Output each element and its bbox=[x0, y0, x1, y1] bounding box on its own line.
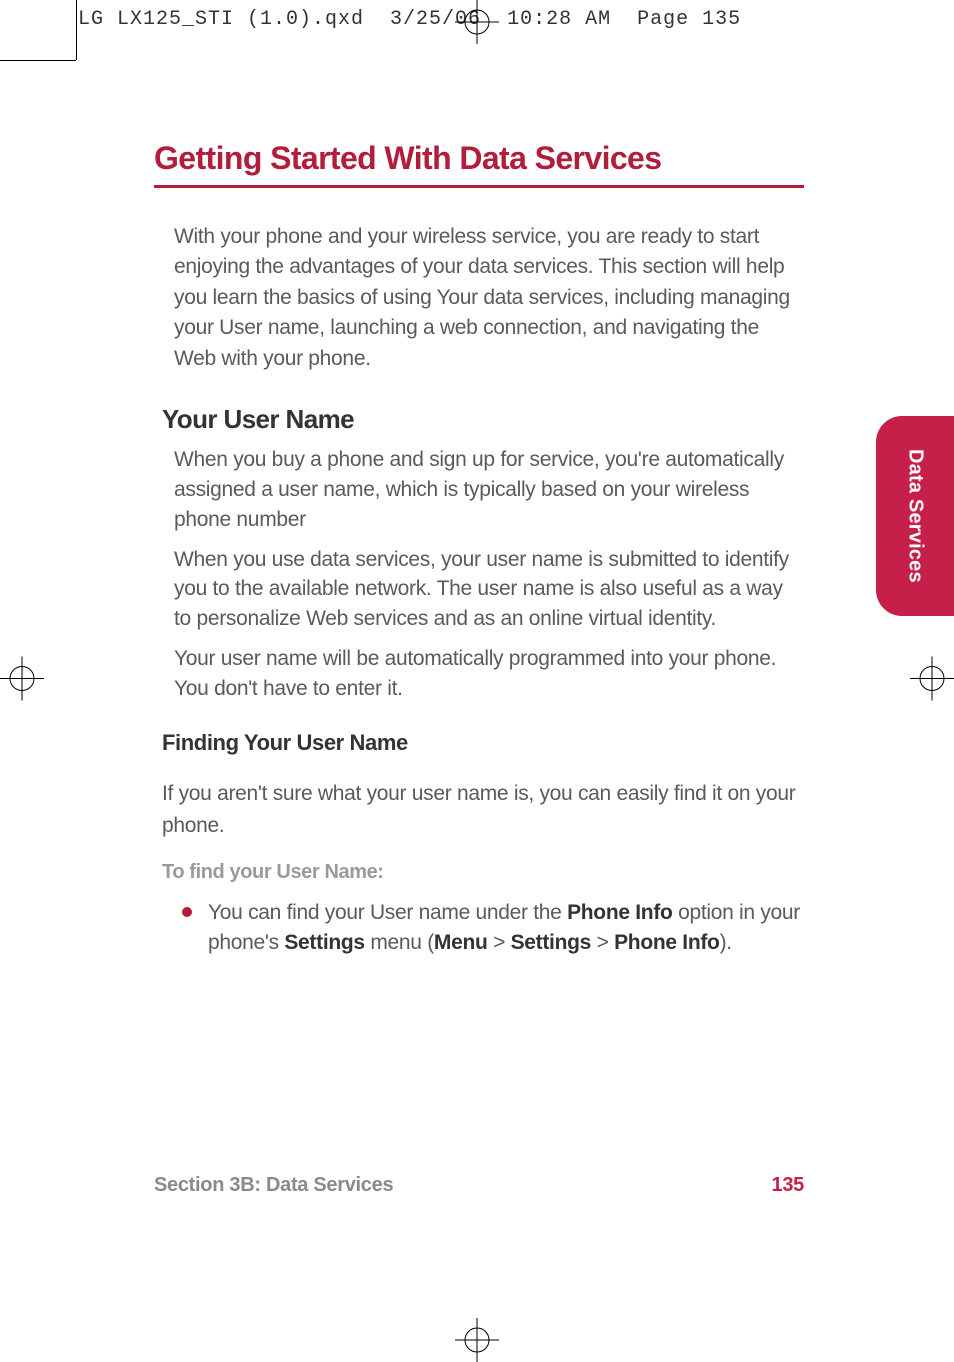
bold-run: Phone Info bbox=[567, 901, 673, 924]
intro-paragraph: With your phone and your wireless servic… bbox=[174, 222, 804, 374]
body-paragraph: When you buy a phone and sign up for ser… bbox=[174, 445, 804, 534]
trim-mark-icon bbox=[0, 60, 76, 61]
bold-run: Menu bbox=[434, 931, 488, 954]
body-paragraph: Your user name will be automatically pro… bbox=[174, 644, 804, 704]
bullet-item: You can find your User name under the Ph… bbox=[182, 898, 804, 959]
footer-section-label: Section 3B: Data Services bbox=[154, 1174, 393, 1197]
side-tab-label: Data Services bbox=[904, 449, 927, 583]
registration-mark-top-icon bbox=[455, 0, 499, 44]
bullet-text: You can find your User name under the Ph… bbox=[208, 898, 804, 959]
bullet-icon bbox=[182, 907, 192, 917]
footer-page-number: 135 bbox=[772, 1174, 804, 1197]
body-paragraph: If you aren't sure what your user name i… bbox=[162, 778, 804, 843]
bold-run: Settings bbox=[511, 931, 591, 954]
registration-mark-bottom-icon bbox=[455, 1318, 499, 1362]
page: LG LX125_STI (1.0).qxd 3/25/06 10:28 AM … bbox=[0, 0, 954, 1362]
section-heading-username: Your User Name bbox=[162, 404, 804, 435]
text-run: > bbox=[488, 931, 511, 954]
text-run: You can find your User name under the bbox=[208, 901, 567, 924]
content-area: Getting Started With Data Services With … bbox=[154, 140, 804, 959]
body-paragraph: When you use data services, your user na… bbox=[174, 545, 804, 634]
trim-mark-icon bbox=[76, 0, 77, 60]
text-run: menu ( bbox=[365, 931, 434, 954]
bold-run: Phone Info bbox=[614, 931, 720, 954]
crop-cross-right-icon bbox=[910, 657, 954, 706]
text-run: > bbox=[591, 931, 614, 954]
side-tab: Data Services bbox=[876, 416, 954, 616]
page-title: Getting Started With Data Services bbox=[154, 140, 804, 188]
prepress-slug: LG LX125_STI (1.0).qxd 3/25/06 10:28 AM … bbox=[78, 8, 741, 31]
crop-cross-left-icon bbox=[0, 657, 44, 706]
text-run: ). bbox=[720, 931, 732, 954]
bold-run: Settings bbox=[284, 931, 364, 954]
subsection-heading-finding: Finding Your User Name bbox=[162, 730, 804, 756]
page-footer: Section 3B: Data Services 135 bbox=[154, 1174, 854, 1197]
step-label: To find your User Name: bbox=[162, 861, 804, 884]
